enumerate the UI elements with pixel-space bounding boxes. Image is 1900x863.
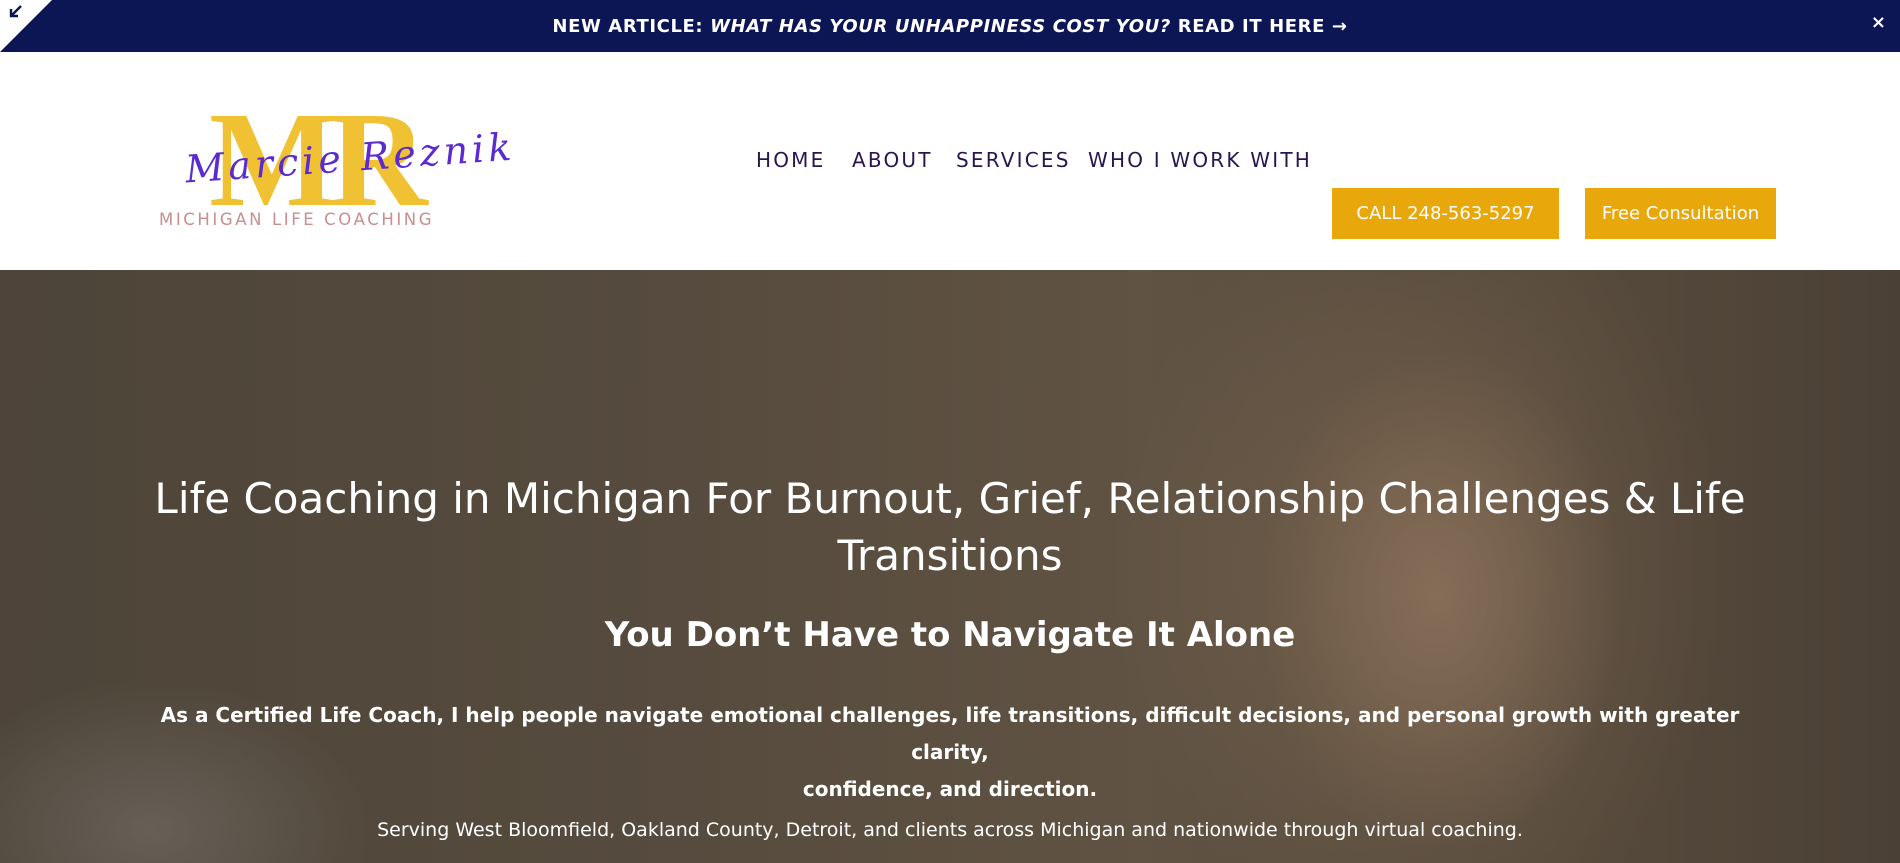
call-button[interactable]: CALL 248-563-5297 <box>1332 188 1559 239</box>
nav-item-services[interactable]: SERVICES <box>956 148 1071 172</box>
announcement-bar: NEW ARTICLE: WHAT HAS YOUR UNHAPPINESS C… <box>0 0 1900 52</box>
site-logo[interactable]: MR Marcie Reznik MICHIGAN LIFE COACHING <box>155 92 517 242</box>
collapse-arrow-icon[interactable] <box>6 3 24 21</box>
hero-body-line1: As a Certified Life Coach, I help people… <box>160 703 1740 764</box>
hero-title-line2: Transitions <box>837 531 1063 580</box>
logo-tagline: MICHIGAN LIFE COACHING <box>159 210 435 229</box>
nav-item-who-i-work-with[interactable]: WHO I WORK WITH <box>1088 148 1312 172</box>
hero-service-area-note: Serving West Bloomfield, Oakland County,… <box>377 819 1523 841</box>
hero-body: As a Certified Life Coach, I help people… <box>140 697 1760 808</box>
close-icon[interactable]: × <box>1871 12 1886 33</box>
hero-title: Life Coaching in Michigan For Burnout, G… <box>100 470 1800 584</box>
announcement-cta: READ IT HERE → <box>1170 15 1348 37</box>
announcement-article-title: WHAT HAS YOUR UNHAPPINESS COST YOU? <box>710 15 1171 37</box>
site-header: MR Marcie Reznik MICHIGAN LIFE COACHING … <box>0 52 1900 270</box>
announcement-prefix: NEW ARTICLE: <box>552 15 711 37</box>
hero-subtitle: You Don’t Have to Navigate It Alone <box>604 615 1296 655</box>
hero-title-line1: Life Coaching in Michigan For Burnout, G… <box>154 474 1746 523</box>
announcement-link[interactable]: NEW ARTICLE: WHAT HAS YOUR UNHAPPINESS C… <box>552 16 1347 37</box>
hero-body-line2: confidence, and direction. <box>802 777 1098 801</box>
nav-item-about[interactable]: ABOUT <box>852 148 933 172</box>
nav-item-home[interactable]: HOME <box>756 148 825 172</box>
free-consultation-button[interactable]: Free Consultation <box>1585 188 1776 239</box>
hero-section: Life Coaching in Michigan For Burnout, G… <box>0 270 1900 863</box>
